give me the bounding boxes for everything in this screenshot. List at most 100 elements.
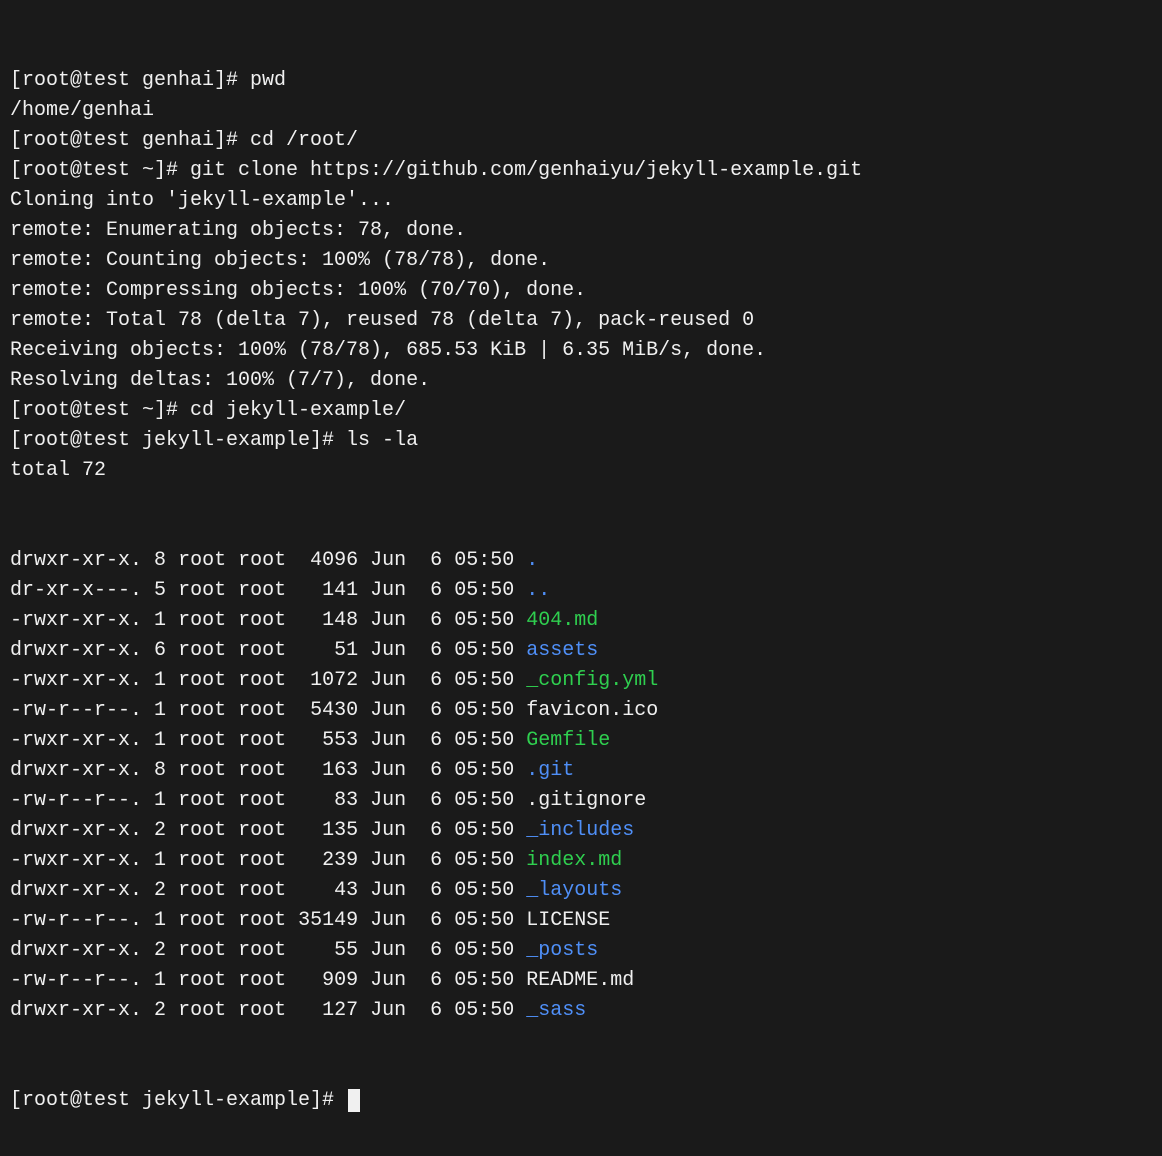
ls-row: -rwxr-xr-x. 1 root root 239 Jun 6 05:50 … — [10, 846, 1152, 876]
links: 2 — [154, 876, 166, 906]
filename: README.md — [526, 969, 634, 992]
terminal-text: Receiving objects: 100% (78/78), 685.53 … — [10, 339, 766, 362]
month: Jun — [370, 636, 406, 666]
ls-row: -rw-r--r--. 1 root root 83 Jun 6 05:50 .… — [10, 786, 1152, 816]
links: 8 — [154, 546, 166, 576]
size: 909 — [298, 966, 358, 996]
links: 1 — [154, 786, 166, 816]
ls-row: drwxr-xr-x. 6 root root 51 Jun 6 05:50 a… — [10, 636, 1152, 666]
perm: drwxr-xr-x. — [10, 876, 142, 906]
ls-row: drwxr-xr-x. 8 root root 4096 Jun 6 05:50… — [10, 546, 1152, 576]
perm: dr-xr-x---. — [10, 576, 142, 606]
filename: 404.md — [526, 609, 598, 632]
ls-row: drwxr-xr-x. 2 root root 127 Jun 6 05:50 … — [10, 996, 1152, 1026]
ls-row: -rwxr-xr-x. 1 root root 553 Jun 6 05:50 … — [10, 726, 1152, 756]
group: root — [238, 786, 286, 816]
group: root — [238, 606, 286, 636]
owner: root — [178, 576, 226, 606]
links: 1 — [154, 966, 166, 996]
links: 1 — [154, 666, 166, 696]
time: 05:50 — [454, 546, 514, 576]
day: 6 — [418, 696, 442, 726]
time: 05:50 — [454, 726, 514, 756]
group: root — [238, 906, 286, 936]
terminal-text: [root@test jekyll-example]# ls -la — [10, 429, 418, 452]
links: 1 — [154, 726, 166, 756]
group: root — [238, 846, 286, 876]
time: 05:50 — [454, 696, 514, 726]
filename: favicon.ico — [526, 699, 658, 722]
month: Jun — [370, 906, 406, 936]
day: 6 — [418, 756, 442, 786]
filename: .gitignore — [526, 789, 646, 812]
owner: root — [178, 906, 226, 936]
size: 43 — [298, 876, 358, 906]
terminal-line: remote: Total 78 (delta 7), reused 78 (d… — [10, 306, 1152, 336]
owner: root — [178, 666, 226, 696]
day: 6 — [418, 906, 442, 936]
prompt-line[interactable]: [root@test jekyll-example]# — [10, 1086, 1152, 1116]
filename: assets — [526, 639, 598, 662]
terminal-line: [root@test jekyll-example]# ls -la — [10, 426, 1152, 456]
terminal-text: Resolving deltas: 100% (7/7), done. — [10, 369, 430, 392]
owner: root — [178, 846, 226, 876]
time: 05:50 — [454, 876, 514, 906]
terminal-text: [root@test ~]# git clone https://github.… — [10, 159, 862, 182]
ls-row: -rwxr-xr-x. 1 root root 148 Jun 6 05:50 … — [10, 606, 1152, 636]
perm: -rw-r--r--. — [10, 786, 142, 816]
month: Jun — [370, 966, 406, 996]
time: 05:50 — [454, 996, 514, 1026]
day: 6 — [418, 936, 442, 966]
day: 6 — [418, 816, 442, 846]
terminal-text: [root@test genhai]# cd /root/ — [10, 129, 358, 152]
perm: drwxr-xr-x. — [10, 756, 142, 786]
size: 239 — [298, 846, 358, 876]
size: 5430 — [298, 696, 358, 726]
terminal-text: remote: Total 78 (delta 7), reused 78 (d… — [10, 309, 754, 332]
perm: drwxr-xr-x. — [10, 936, 142, 966]
filename: _config.yml — [526, 669, 658, 692]
filename: . — [526, 549, 538, 572]
size: 127 — [298, 996, 358, 1026]
day: 6 — [418, 636, 442, 666]
group: root — [238, 816, 286, 846]
month: Jun — [370, 576, 406, 606]
terminal-line: /home/genhai — [10, 96, 1152, 126]
month: Jun — [370, 756, 406, 786]
ls-row: drwxr-xr-x. 2 root root 55 Jun 6 05:50 _… — [10, 936, 1152, 966]
links: 5 — [154, 576, 166, 606]
filename: LICENSE — [526, 909, 610, 932]
group: root — [238, 876, 286, 906]
terminal-line: remote: Counting objects: 100% (78/78), … — [10, 246, 1152, 276]
month: Jun — [370, 996, 406, 1026]
terminal-text: remote: Counting objects: 100% (78/78), … — [10, 249, 550, 272]
group: root — [238, 576, 286, 606]
terminal-text: Cloning into 'jekyll-example'... — [10, 189, 394, 212]
time: 05:50 — [454, 576, 514, 606]
owner: root — [178, 936, 226, 966]
day: 6 — [418, 606, 442, 636]
terminal[interactable]: [root@test genhai]# pwd/home/genhai [root… — [0, 0, 1162, 1156]
links: 1 — [154, 846, 166, 876]
ls-row: -rw-r--r--. 1 root root 5430 Jun 6 05:50… — [10, 696, 1152, 726]
group: root — [238, 966, 286, 996]
terminal-line: [root@test ~]# git clone https://github.… — [10, 156, 1152, 186]
owner: root — [178, 726, 226, 756]
perm: drwxr-xr-x. — [10, 816, 142, 846]
group: root — [238, 546, 286, 576]
owner: root — [178, 636, 226, 666]
month: Jun — [370, 846, 406, 876]
terminal-text: remote: Compressing objects: 100% (70/70… — [10, 279, 586, 302]
group: root — [238, 996, 286, 1026]
size: 553 — [298, 726, 358, 756]
month: Jun — [370, 666, 406, 696]
owner: root — [178, 786, 226, 816]
terminal-line: total 72 — [10, 456, 1152, 486]
perm: -rwxr-xr-x. — [10, 726, 142, 756]
links: 1 — [154, 606, 166, 636]
day: 6 — [418, 846, 442, 876]
terminal-line: Cloning into 'jekyll-example'... — [10, 186, 1152, 216]
terminal-line: remote: Enumerating objects: 78, done. — [10, 216, 1152, 246]
terminal-text: [root@test genhai]# pwd — [10, 69, 286, 92]
perm: -rw-r--r--. — [10, 906, 142, 936]
